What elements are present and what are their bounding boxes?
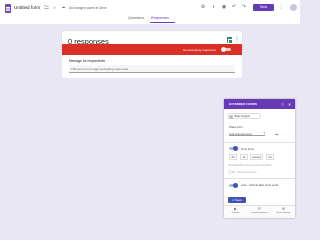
- minutes-input[interactable]: 10: [240, 154, 248, 160]
- form-settings-label: Form Settings: [276, 212, 291, 214]
- share-icon[interactable]: ⭌: [275, 131, 280, 136]
- send-button[interactable]: Send: [253, 3, 274, 11]
- user-chip[interactable]: Vikas Singhal: [227, 113, 261, 119]
- time-limit-label: Time Limit: [241, 146, 254, 151]
- panel-footer: ▶ Tutorials ☷ View Responses ⚙ Form Sett…: [224, 205, 295, 218]
- divider: [224, 178, 295, 179]
- user-name: Vikas Singhal: [234, 115, 250, 119]
- tutorials-label: Tutorials: [231, 212, 240, 214]
- tutorials-button[interactable]: ▶ Tutorials: [224, 207, 247, 214]
- save-status: All changes saved in Drive: [69, 5, 107, 10]
- more-options-icon[interactable]: ⋮: [234, 36, 240, 44]
- form-title[interactable]: Untitled form: [14, 5, 40, 10]
- more-icon[interactable]: ⋮: [278, 4, 284, 10]
- share-select[interactable]: Link (Anonymous) ▾: [229, 130, 265, 136]
- accepting-responses-toggle[interactable]: [221, 47, 232, 52]
- hours-input[interactable]: 00: [229, 154, 237, 160]
- undo-icon[interactable]: ↶: [231, 4, 237, 10]
- save-button[interactable]: 🖫 Save: [228, 197, 246, 203]
- save-label: Save: [235, 198, 243, 202]
- panel-header: EXTENDED FORMS ? ✕: [224, 99, 295, 109]
- top-bar: Untitled form 🗀 ☆ ☁ All changes saved in…: [0, 0, 300, 24]
- auto-submit-toggle[interactable]: [229, 183, 238, 188]
- not-accepting-label: Not accepting responses: [183, 47, 217, 52]
- view-responses-label: View Responses: [251, 212, 268, 214]
- active-tab-indicator: [150, 22, 175, 24]
- share-form-label: Share form: [229, 125, 243, 129]
- user-avatar-icon: [228, 114, 233, 119]
- sheets-icon[interactable]: [227, 37, 233, 44]
- close-icon[interactable]: ✕: [287, 102, 292, 107]
- auto-submit-label: Auto - Submit after timer ends: [241, 182, 279, 187]
- toggle-knob: [233, 146, 238, 151]
- avatar[interactable]: [290, 3, 297, 11]
- panel-title: EXTENDED FORMS: [229, 102, 258, 107]
- anonymous-note: Not applicable to anonymous submission: [228, 164, 272, 167]
- help-icon[interactable]: ?: [280, 102, 285, 107]
- tab-questions[interactable]: Questions: [128, 16, 144, 20]
- tab-responses[interactable]: Responses: [151, 16, 169, 20]
- cloud-saved-icon: ☁: [61, 5, 66, 10]
- minutes-unit: minutes: [250, 154, 263, 160]
- restrict-attempts-toggle: Restrict Attempts: [228, 170, 258, 174]
- restrict-attempts-label: Restrict Attempts: [237, 170, 257, 174]
- preview-icon[interactable]: ◉: [221, 4, 227, 10]
- seconds-input[interactable]: 00: [266, 154, 274, 160]
- message-input[interactable]: This form is no longer accepting respons…: [69, 65, 235, 73]
- star-icon[interactable]: ☆: [52, 5, 57, 10]
- time-limit-toggle[interactable]: [229, 146, 238, 151]
- share-select-value: Link (Anonymous): [229, 131, 252, 136]
- folder-icon[interactable]: 🗀: [44, 5, 49, 10]
- palette-icon[interactable]: ◐: [211, 4, 217, 10]
- view-responses-button[interactable]: ☷ View Responses: [248, 207, 271, 214]
- toggle-knob: [228, 170, 232, 174]
- chevron-down-icon: ▾: [263, 130, 265, 135]
- addon-icon[interactable]: ⚙: [200, 4, 206, 10]
- forms-logo-icon[interactable]: [5, 4, 11, 13]
- message-section: Message for respondents This form is no …: [62, 55, 242, 78]
- toggle-knob: [221, 47, 226, 52]
- message-value: This form is no longer accepting respons…: [71, 67, 129, 72]
- toggle-knob: [233, 183, 238, 188]
- redo-icon[interactable]: ↷: [241, 4, 247, 10]
- form-settings-button[interactable]: ⚙ Form Settings: [272, 207, 295, 214]
- message-label: Message for respondents: [69, 59, 105, 63]
- divider: [224, 142, 295, 143]
